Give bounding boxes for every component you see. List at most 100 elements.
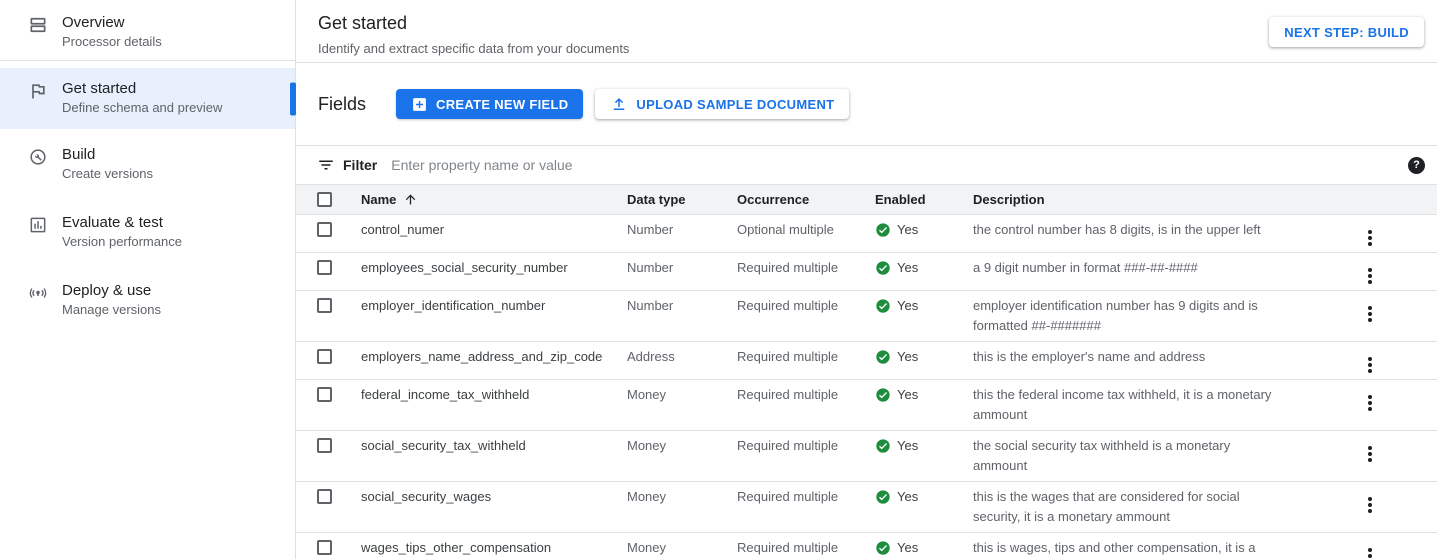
field-description: this the federal income tax withheld, it… <box>973 385 1363 425</box>
sidebar-item-evaluate-test[interactable]: Evaluate & test Version performance <box>0 207 295 257</box>
sidebar-item-sublabel: Processor details <box>62 33 162 51</box>
row-checkbox[interactable] <box>317 349 332 364</box>
table-row: social_security_wages Money Required mul… <box>296 482 1437 533</box>
sidebar-item-overview[interactable]: Overview Processor details <box>0 8 295 56</box>
row-menu-button[interactable] <box>1365 356 1375 374</box>
table-row: employer_identification_number Number Re… <box>296 291 1437 342</box>
row-menu-button[interactable] <box>1365 267 1375 285</box>
field-enabled-label: Yes <box>897 296 918 316</box>
sidebar-item-build[interactable]: Build Create versions <box>0 139 295 189</box>
row-menu-button[interactable] <box>1365 305 1375 323</box>
field-enabled: Yes <box>875 347 973 367</box>
field-occurrence: Required multiple <box>737 347 875 367</box>
check-circle-icon <box>875 540 891 556</box>
sidebar: Overview Processor details Get started D… <box>0 0 296 559</box>
field-data-type: Money <box>627 436 737 456</box>
field-enabled: Yes <box>875 385 973 405</box>
field-data-type: Money <box>627 385 737 405</box>
field-enabled: Yes <box>875 296 973 316</box>
row-menu-button[interactable] <box>1365 229 1375 247</box>
column-header-enabled[interactable]: Enabled <box>875 192 973 207</box>
field-data-type: Number <box>627 296 737 316</box>
field-name: employees_social_security_number <box>361 258 627 278</box>
evaluate-icon <box>28 215 48 235</box>
table-row: control_numer Number Optional multiple Y… <box>296 215 1437 253</box>
filter-icon <box>317 156 335 174</box>
check-circle-icon <box>875 438 891 454</box>
field-description: this is the employer's name and address <box>973 347 1363 367</box>
sidebar-item-deploy-use[interactable]: Deploy & use Manage versions <box>0 275 295 325</box>
row-menu-button[interactable] <box>1365 394 1375 412</box>
field-occurrence: Required multiple <box>737 487 875 507</box>
row-menu-button[interactable] <box>1365 445 1375 463</box>
field-occurrence: Required multiple <box>737 436 875 456</box>
field-name: federal_income_tax_withheld <box>361 385 627 405</box>
table-row: employers_name_address_and_zip_code Addr… <box>296 342 1437 380</box>
check-circle-icon <box>875 260 891 276</box>
column-header-occurrence[interactable]: Occurrence <box>737 192 875 207</box>
table-row: federal_income_tax_withheld Money Requir… <box>296 380 1437 431</box>
field-data-type: Money <box>627 538 737 558</box>
filter-bar: Filter <box>296 145 1437 185</box>
add-box-icon <box>411 96 428 113</box>
column-header-data-type[interactable]: Data type <box>627 192 737 207</box>
sidebar-item-label: Deploy & use <box>62 281 161 300</box>
sidebar-item-label: Overview <box>62 13 162 32</box>
field-enabled-label: Yes <box>897 347 918 367</box>
check-circle-icon <box>875 298 891 314</box>
next-step-build-button[interactable]: NEXT STEP: BUILD <box>1269 17 1424 47</box>
sidebar-divider <box>0 60 295 61</box>
field-enabled: Yes <box>875 487 973 507</box>
field-enabled-label: Yes <box>897 220 918 240</box>
flag-icon <box>28 81 48 101</box>
page-header: Get started Identify and extract specifi… <box>296 0 1437 63</box>
field-name: employers_name_address_and_zip_code <box>361 347 627 367</box>
sidebar-item-get-started[interactable]: Get started Define schema and preview <box>0 68 295 129</box>
field-enabled-label: Yes <box>897 385 918 405</box>
upload-sample-document-label: UPLOAD SAMPLE DOCUMENT <box>636 97 834 112</box>
row-checkbox[interactable] <box>317 222 332 237</box>
column-header-name[interactable]: Name <box>361 192 627 207</box>
overview-icon <box>28 15 48 35</box>
row-checkbox[interactable] <box>317 438 332 453</box>
next-step-build-label: NEXT STEP: BUILD <box>1284 25 1409 40</box>
upload-sample-document-button[interactable]: UPLOAD SAMPLE DOCUMENT <box>595 89 849 119</box>
row-menu-button[interactable] <box>1365 547 1375 559</box>
field-occurrence: Required multiple <box>737 538 875 558</box>
row-checkbox[interactable] <box>317 387 332 402</box>
check-circle-icon <box>875 349 891 365</box>
sidebar-item-sublabel: Manage versions <box>62 301 161 319</box>
table-row: social_security_tax_withheld Money Requi… <box>296 431 1437 482</box>
column-header-description[interactable]: Description <box>973 192 1363 207</box>
create-new-field-button[interactable]: CREATE NEW FIELD <box>396 89 583 119</box>
field-occurrence: Optional multiple <box>737 220 875 240</box>
field-description: a 9 digit number in format ###-##-#### <box>973 258 1363 278</box>
field-description: employer identification number has 9 dig… <box>973 296 1363 336</box>
field-name: wages_tips_other_compensation <box>361 538 627 558</box>
field-data-type: Money <box>627 487 737 507</box>
check-circle-icon <box>875 387 891 403</box>
table-row: wages_tips_other_compensation Money Requ… <box>296 533 1437 559</box>
field-enabled: Yes <box>875 538 973 558</box>
field-enabled: Yes <box>875 436 973 456</box>
row-menu-button[interactable] <box>1365 496 1375 514</box>
field-enabled: Yes <box>875 220 973 240</box>
selected-indicator <box>290 82 296 115</box>
field-enabled-label: Yes <box>897 538 918 558</box>
sidebar-item-sublabel: Version performance <box>62 233 182 251</box>
upload-icon <box>610 95 628 113</box>
field-description: the control number has 8 digits, is in t… <box>973 220 1363 240</box>
row-checkbox[interactable] <box>317 540 332 555</box>
help-icon[interactable] <box>1408 157 1425 174</box>
field-enabled: Yes <box>875 258 973 278</box>
field-description: the social security tax withheld is a mo… <box>973 436 1363 476</box>
filter-input[interactable] <box>391 157 1408 173</box>
select-all-checkbox[interactable] <box>317 192 332 207</box>
filter-label: Filter <box>343 157 377 173</box>
field-data-type: Number <box>627 220 737 240</box>
table-header-row: Name Data type Occurrence Enabled Descri… <box>296 185 1437 215</box>
row-checkbox[interactable] <box>317 489 332 504</box>
build-icon <box>28 147 48 167</box>
row-checkbox[interactable] <box>317 298 332 313</box>
row-checkbox[interactable] <box>317 260 332 275</box>
